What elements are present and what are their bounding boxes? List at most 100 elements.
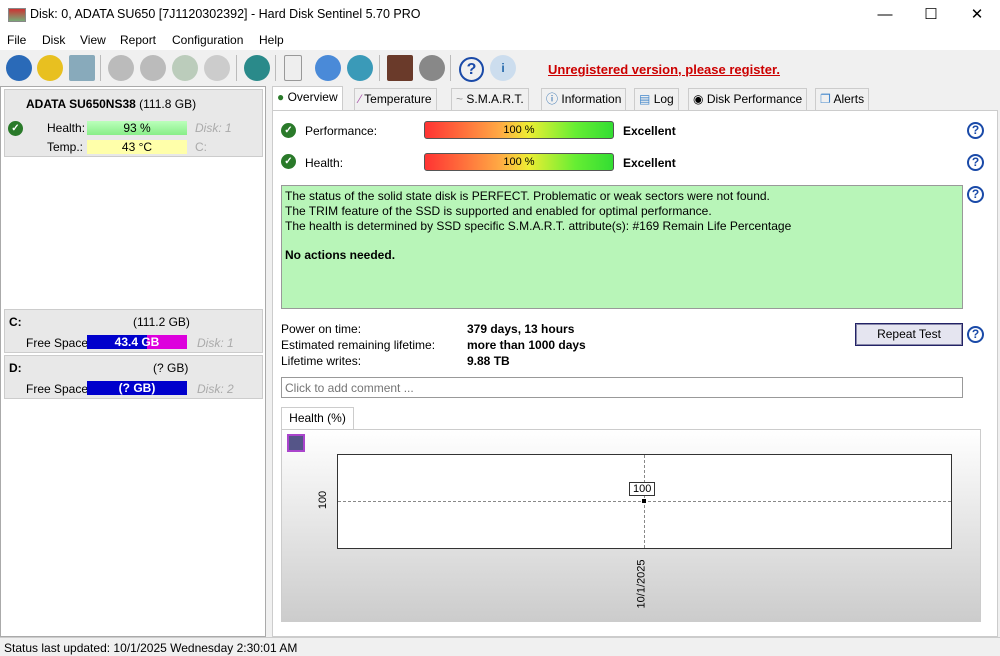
volume-disk: Disk: 1: [197, 336, 234, 350]
toolbar: ? i Unregistered version, please registe…: [0, 51, 1000, 85]
register-link[interactable]: Unregistered version, please register.: [548, 62, 780, 77]
refresh-icon[interactable]: [6, 55, 32, 81]
power-on-value: 379 days, 13 hours: [467, 322, 575, 336]
health-label: Health:: [305, 156, 344, 170]
health-bar: 100 %: [424, 153, 614, 171]
disk-size: (111.8 GB): [139, 97, 197, 111]
volume-letter: D:: [9, 361, 22, 375]
menu-report[interactable]: Report: [120, 33, 156, 47]
separator: [100, 55, 101, 81]
performance-label: Performance:: [305, 124, 378, 138]
free-space-bar: (? GB): [87, 381, 187, 395]
remaining-label: Estimated remaining lifetime:: [281, 338, 436, 352]
sound-icon[interactable]: [419, 55, 445, 81]
report-icon[interactable]: [284, 55, 302, 81]
ok-check-icon: ✓: [8, 121, 23, 136]
remaining-value: more than 1000 days: [467, 338, 586, 352]
tab-health-chart[interactable]: Health (%): [281, 407, 354, 429]
title-bar: Disk: 0, ADATA SU650 [7J1120302392] - Ha…: [0, 0, 1000, 30]
status-line: The status of the solid state disk is PE…: [285, 189, 770, 203]
data-point-label: 100: [629, 482, 656, 496]
tab-information[interactable]: ⓘ Information: [541, 88, 627, 110]
status-text: Status last updated: 10/1/2025 Wednesday…: [4, 641, 298, 655]
y-tick-label: 100: [317, 490, 330, 510]
ok-check-icon: ✓: [281, 154, 296, 169]
ok-check-icon: ✓: [281, 123, 296, 138]
health-bar: 93 %: [87, 121, 187, 135]
help-icon[interactable]: ?: [459, 57, 484, 82]
x-tick-label: 10/1/2025: [635, 559, 648, 609]
network-icon[interactable]: [347, 55, 373, 81]
globe-icon[interactable]: [244, 55, 270, 81]
performance-bar: 100 %: [424, 121, 614, 139]
free-space-label: Free Space: [26, 336, 89, 350]
health-label: Health:: [47, 121, 86, 135]
temp-bar: 43 °C: [87, 140, 187, 154]
menu-disk[interactable]: Disk: [42, 33, 65, 47]
repeat-test-button[interactable]: Repeat Test: [855, 323, 963, 346]
separator: [236, 55, 237, 81]
monitor-icon[interactable]: [387, 55, 413, 81]
data-point: [642, 499, 646, 503]
tab-disk-performance[interactable]: ◉ Disk Performance: [688, 88, 808, 110]
status-line: The health is determined by SSD specific…: [285, 219, 792, 233]
status-text-box: The status of the solid state disk is PE…: [281, 185, 963, 309]
actions-text: No actions needed.: [285, 248, 396, 262]
drive-letter: C:: [195, 140, 207, 154]
writes-label: Lifetime writes:: [281, 354, 362, 368]
overview-panel: ✓ Performance: 100 % Excellent ? ✓ Healt…: [272, 110, 998, 637]
menu-help[interactable]: Help: [259, 33, 284, 47]
help-icon[interactable]: ?: [967, 154, 984, 171]
power-on-label: Power on time:: [281, 322, 362, 336]
free-space-bar: 43.4 GB: [87, 335, 187, 349]
disk-test-icon[interactable]: [108, 55, 134, 81]
menu-bar: File Disk View Report Configuration Help: [0, 30, 1000, 50]
disk-card[interactable]: ADATA SU650NS38 (111.8 GB) ✓ Health: 93 …: [4, 89, 263, 157]
close-button[interactable]: ✕: [954, 4, 1000, 26]
volume-size: (111.2 GB): [133, 315, 190, 329]
performance-rating: Excellent: [623, 124, 676, 138]
volume-d[interactable]: D: (? GB) Free Space (? GB) Disk: 2: [4, 355, 263, 399]
volume-disk: Disk: 2: [197, 382, 234, 396]
tab-log[interactable]: ▤ Log: [634, 88, 679, 110]
disk-ok-icon[interactable]: [172, 55, 198, 81]
separator: [275, 55, 276, 81]
warning-icon[interactable]: [37, 55, 63, 81]
status-line: The TRIM feature of the SSD is supported…: [285, 204, 712, 218]
disk-name: ADATA SU650NS38: [26, 97, 136, 111]
menu-configuration[interactable]: Configuration: [172, 33, 243, 47]
maximize-button[interactable]: ☐: [908, 4, 954, 26]
writes-value: 9.88 TB: [467, 354, 510, 368]
info-icon[interactable]: i: [490, 55, 516, 81]
volume-size: (? GB): [153, 361, 189, 375]
volume-letter: C:: [9, 315, 22, 329]
status-bar: Status last updated: 10/1/2025 Wednesday…: [0, 637, 1000, 656]
disk-surface-icon[interactable]: [140, 55, 166, 81]
help-icon[interactable]: ?: [967, 186, 984, 203]
tab-temperature[interactable]: ⁄ Temperature: [354, 88, 437, 110]
comment-input[interactable]: [281, 377, 963, 398]
chart-plot-area: 100: [337, 454, 952, 549]
tab-smart[interactable]: ~ S.M.A.R.T.: [451, 88, 529, 110]
volume-c[interactable]: C: (111.2 GB) Free Space 43.4 GB Disk: 1: [4, 309, 263, 353]
minimize-button[interactable]: —: [862, 4, 908, 26]
sync-icon[interactable]: [315, 55, 341, 81]
help-icon[interactable]: ?: [967, 122, 984, 139]
free-space-label: Free Space: [26, 382, 89, 396]
help-icon[interactable]: ?: [967, 326, 984, 343]
save-icon[interactable]: [287, 434, 305, 452]
window-title: Disk: 0, ADATA SU650 [7J1120302392] - Ha…: [30, 7, 421, 21]
tab-alerts[interactable]: ❐ Alerts: [815, 88, 870, 110]
tab-overview[interactable]: ● Overview: [272, 86, 343, 111]
app-icon: [8, 8, 26, 22]
disk-number: Disk: 1: [195, 121, 232, 135]
menu-view[interactable]: View: [80, 33, 106, 47]
health-rating: Excellent: [623, 156, 676, 170]
disk-list-panel: ADATA SU650NS38 (111.8 GB) ✓ Health: 93 …: [0, 86, 266, 637]
temp-label: Temp.:: [47, 140, 84, 154]
disk-search-icon[interactable]: [204, 55, 230, 81]
disk-info-icon[interactable]: [69, 55, 95, 81]
separator: [379, 55, 380, 81]
menu-file[interactable]: File: [7, 33, 26, 47]
health-chart: 100 100 10/1/2025: [281, 429, 981, 622]
